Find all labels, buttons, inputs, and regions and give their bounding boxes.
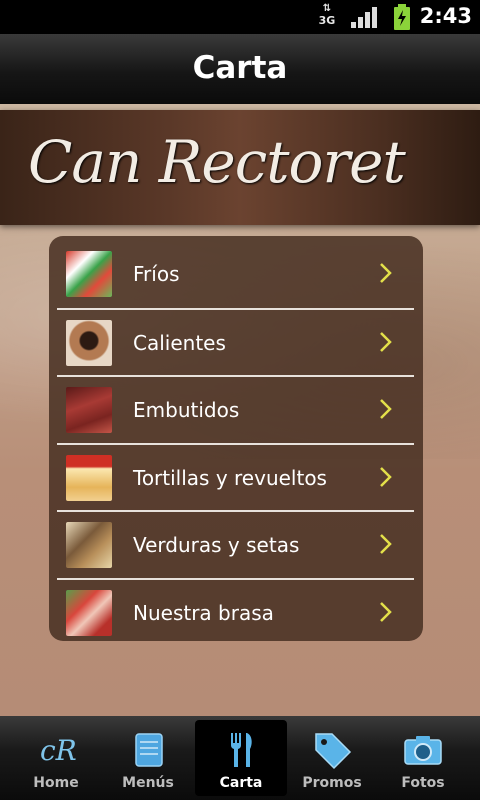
menu-item-label: Tortillas y revueltos [133,466,327,490]
signal-icon [351,7,377,28]
tag-icon [315,733,352,770]
verduras-thumbnail [66,522,112,568]
chevron-right-icon [380,399,392,419]
chevron-right-icon [380,263,392,283]
tab-label: Menús [122,775,174,791]
menu-item-embutidos[interactable]: Embutidos [58,376,414,443]
chevron-right-icon [380,602,392,622]
title-bar: Carta [0,34,480,105]
restaurant-logo-text: Can Rectoret [28,128,406,196]
chevron-right-icon [380,332,392,352]
camera-icon [404,736,442,765]
tab-carta[interactable]: Carta [195,720,287,796]
tab-fotos[interactable]: Fotos [377,720,469,796]
menu-item-label: Fríos [133,262,180,286]
menu-item-label: Calientes [133,331,226,355]
tab-home[interactable]: cR Home [10,720,102,796]
cutlery-icon [230,733,252,767]
battery-charging-icon [394,4,410,30]
chevron-right-icon [380,467,392,487]
embutidos-thumbnail [66,387,112,433]
frios-thumbnail [66,251,112,297]
tab-label: Promos [302,775,362,791]
menu-item-label: Verduras y setas [133,533,300,557]
menu-item-brasa[interactable]: Nuestra brasa [58,579,414,646]
bottom-tab-bar: cR Home Menús Carta Promos Fotos [0,716,480,800]
tab-promos[interactable]: Promos [286,720,378,796]
network-3g-icon: ⇅ 3G [318,3,336,28]
calientes-thumbnail [66,320,112,366]
tab-menus[interactable]: Menús [102,720,194,796]
tab-label: Fotos [401,775,445,791]
menu-item-verduras[interactable]: Verduras y setas [58,511,414,578]
tab-label: Home [33,775,79,791]
restaurant-banner: Can Rectoret [0,110,480,225]
menu-item-calientes[interactable]: Calientes [58,309,414,376]
status-time: 2:43 [419,4,472,28]
menu-item-label: Nuestra brasa [133,601,274,625]
page-title: Carta [192,50,288,86]
tortillas-thumbnail [66,455,112,501]
brasa-thumbnail [66,590,112,636]
menu-item-label: Embutidos [133,398,240,422]
menu-list: Fríos Calientes Embutidos Tortillas y re… [49,236,423,641]
svg-text:cR: cR [40,734,76,767]
logo-icon: cR [40,734,76,767]
status-bar: ⇅ 3G 2:43 [0,0,480,34]
book-icon [135,733,163,767]
tab-label: Carta [219,775,263,791]
content-area: Can Rectoret Fríos Calientes Embutidos T… [0,104,480,716]
menu-item-frios[interactable]: Fríos [58,240,414,307]
menu-item-tortillas[interactable]: Tortillas y revueltos [58,444,414,511]
chevron-right-icon [380,534,392,554]
